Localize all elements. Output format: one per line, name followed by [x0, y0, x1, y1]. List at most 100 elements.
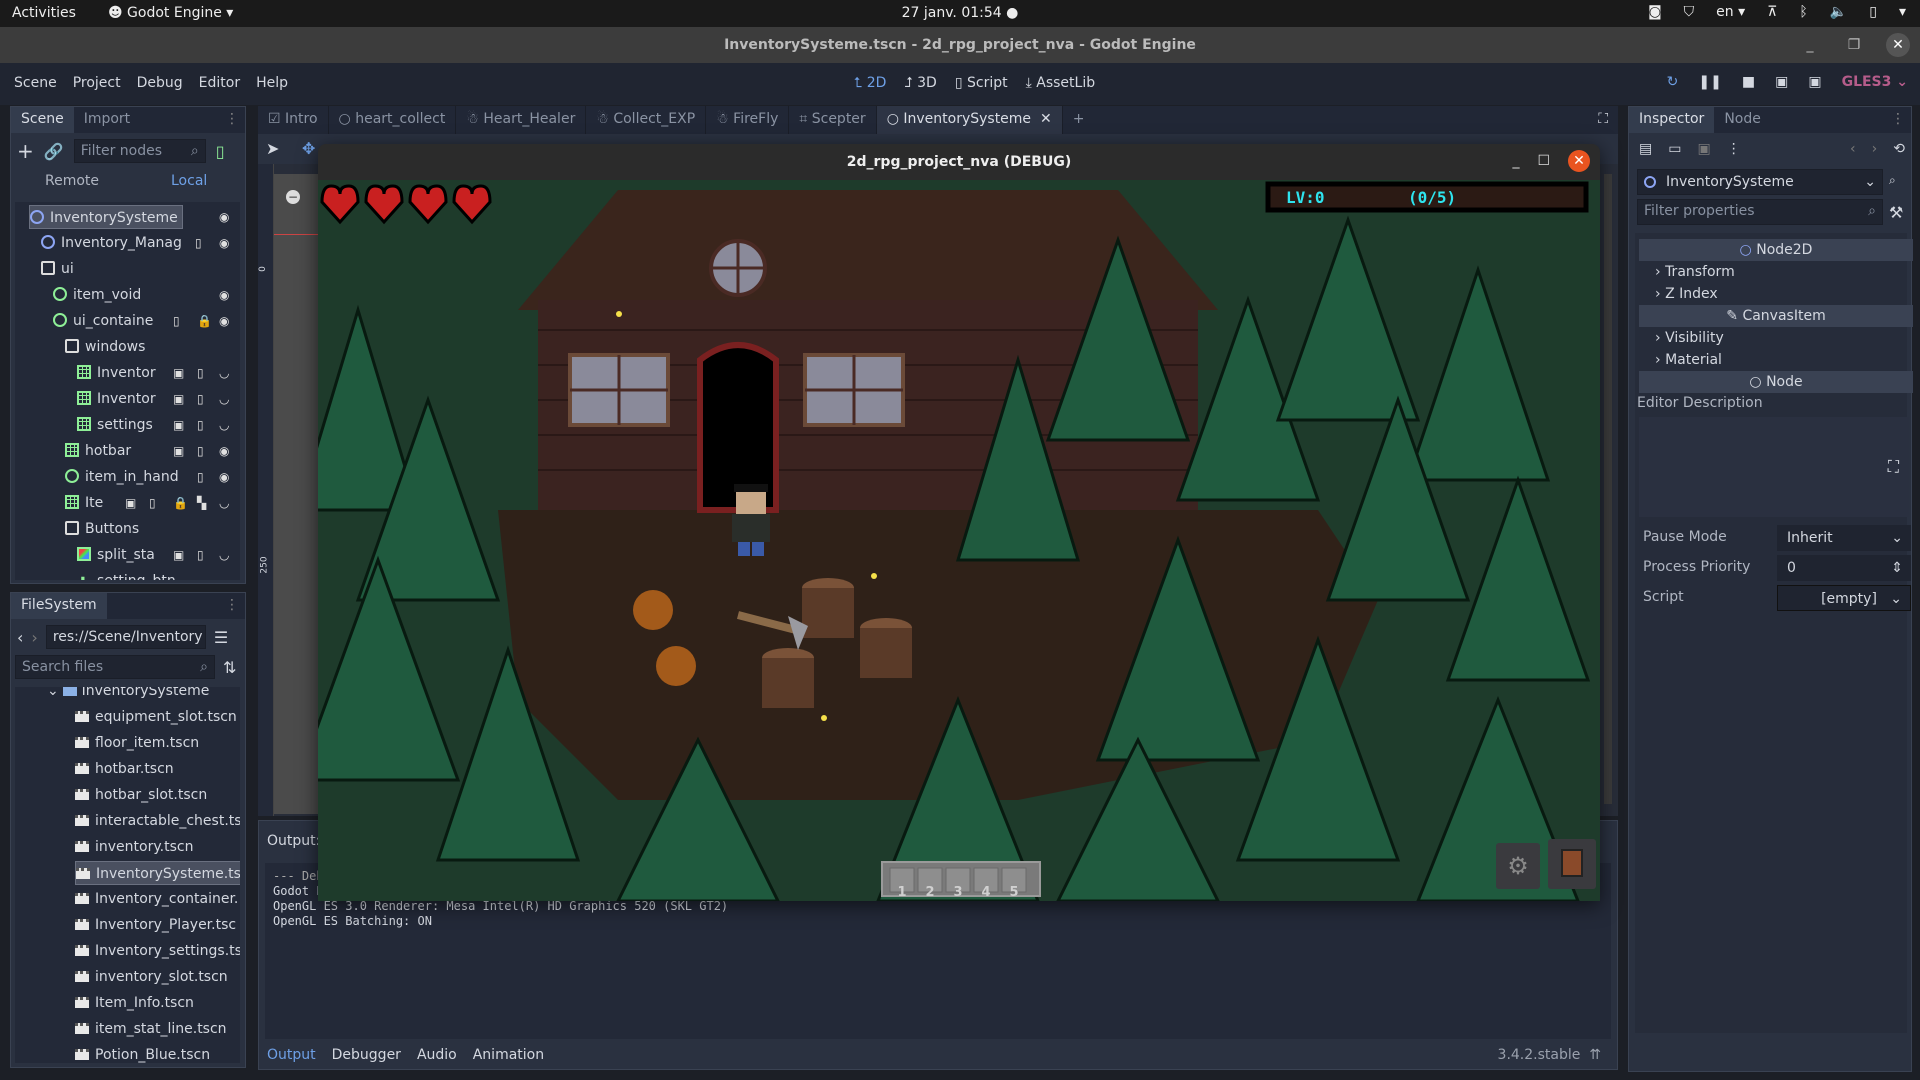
object-selector[interactable]: InventorySysteme ⌄ [1637, 169, 1883, 195]
tree-node[interactable]: windows [65, 335, 145, 359]
new-resource-icon[interactable]: ▤ [1639, 141, 1652, 157]
bottom-tab-debugger[interactable]: Debugger [332, 1047, 401, 1063]
system-menu-arrow-icon[interactable]: ▾ [1899, 4, 1906, 20]
forward-icon[interactable]: › [31, 628, 37, 647]
filter-properties-input[interactable]: Filter properties ⌕ [1637, 199, 1883, 225]
file-item[interactable]: floor_item.tscn [75, 731, 199, 755]
visibility-eye-icon[interactable]: ◉ [219, 210, 229, 224]
tree-node[interactable]: ⬇setting_btn [77, 569, 176, 580]
hidden-eye-icon[interactable]: ◡ [219, 548, 229, 562]
file-item[interactable]: Inventory_container. [75, 887, 238, 911]
lock-icon[interactable]: 🔒 [197, 314, 212, 328]
hidden-eye-icon[interactable]: ◡ [219, 496, 229, 510]
path-field[interactable]: res://Scene/Inventory [45, 625, 206, 649]
file-item[interactable]: Inventory_settings.ts [75, 939, 240, 963]
scene-tree[interactable]: InventorySysteme ◉ Inventory_Manag ▯ ◉ ui… [15, 202, 240, 580]
history-back-icon[interactable]: ‹ [1850, 141, 1856, 157]
search-files-input[interactable]: Search files ⌕ [15, 655, 215, 679]
group-visibility[interactable]: › Visibility [1639, 327, 1913, 349]
file-item[interactable]: hotbar.tscn [75, 757, 174, 781]
process-priority-spinbox[interactable]: 0 ⇕ [1777, 555, 1911, 581]
scene-tab[interactable]: ○ heart_collect [329, 106, 457, 134]
mode-3d-button[interactable]: ⮥ 3D [904, 75, 936, 91]
group-material[interactable]: › Material [1639, 349, 1913, 371]
split-view-icon[interactable]: ☰ [214, 628, 228, 647]
tree-node[interactable]: split_sta [77, 543, 155, 567]
menu-project[interactable]: Project [73, 75, 121, 91]
game-maximize-button[interactable]: ☐ [1537, 153, 1550, 169]
expand-panel-icon[interactable]: ⇈ [1589, 1047, 1601, 1063]
instance-icon[interactable]: ▣ [173, 366, 184, 380]
game-viewport[interactable]: LV:0 (0/5) 1 2 3 4 5 ⚙ [318, 180, 1600, 901]
play-custom-scene-icon[interactable]: ▣ [1808, 74, 1821, 90]
hidden-eye-icon[interactable]: ◡ [219, 418, 229, 432]
file-item[interactable]: Item_Info.tscn [75, 991, 194, 1015]
script-icon[interactable]: ▯ [197, 548, 204, 562]
tree-node[interactable]: item_in_hand [65, 465, 179, 489]
tree-node[interactable]: Buttons [65, 517, 139, 541]
file-item[interactable]: Potion_Blue.tscn [75, 1043, 210, 1063]
script-icon[interactable]: ▯ [195, 236, 202, 250]
shield-icon[interactable]: ⛉ [1684, 4, 1695, 20]
spin-arrows-icon[interactable]: ⇕ [1891, 555, 1903, 581]
scene-tab[interactable]: ☃ Heart_Healer [456, 106, 587, 134]
tree-node[interactable]: InventorySysteme [29, 205, 183, 229]
dock-menu-icon[interactable]: ⋮ [219, 593, 245, 619]
pause-icon[interactable]: ❚❚ [1698, 74, 1721, 90]
tab-inspector[interactable]: Inspector [1629, 107, 1715, 133]
back-icon[interactable]: ‹ [17, 628, 23, 647]
pause-mode-select[interactable]: Inherit ⌄ [1777, 525, 1911, 551]
expand-icon[interactable]: ⛶ [1888, 457, 1899, 477]
minimize-button[interactable]: _ [1798, 27, 1822, 63]
file-item[interactable]: inventory.tscn [75, 835, 193, 859]
menu-editor[interactable]: Editor [199, 75, 240, 91]
remote-button[interactable]: Remote [45, 173, 99, 189]
game-minimize-button[interactable]: _ [1512, 153, 1519, 169]
file-item[interactable]: item_stat_line.tscn [75, 1017, 227, 1041]
history-icon[interactable]: ⟲ [1893, 141, 1905, 157]
property-tools-icon[interactable]: ⚒ [1889, 203, 1903, 222]
script-icon[interactable]: ▯ [197, 418, 204, 432]
file-item[interactable]: hotbar_slot.tscn [75, 783, 207, 807]
tree-node[interactable]: Inventor [77, 387, 156, 411]
tab-import[interactable]: Import [74, 107, 140, 133]
menu-scene[interactable]: Scene [14, 75, 57, 91]
reload-icon[interactable]: ↻ [1667, 74, 1679, 90]
visibility-eye-icon[interactable]: ◉ [219, 236, 229, 250]
dock-menu-icon[interactable]: ⋮ [219, 107, 245, 133]
bottom-tab-animation[interactable]: Animation [473, 1047, 544, 1063]
group-transform[interactable]: › Transform [1639, 261, 1913, 283]
lock-icon[interactable]: 🔒 [173, 496, 188, 510]
visibility-eye-icon[interactable]: ◉ [219, 288, 229, 302]
instance-icon[interactable]: ▣ [173, 392, 184, 406]
play-scene-icon[interactable]: ▣ [1775, 74, 1788, 90]
file-item[interactable]: InventorySysteme.ts [75, 861, 240, 885]
maximize-button[interactable]: ❐ [1842, 27, 1866, 63]
tab-filesystem[interactable]: FileSystem [11, 593, 107, 619]
file-item[interactable]: interactable_chest.ts [75, 809, 240, 833]
sort-icon[interactable]: ⇅ [223, 658, 236, 677]
group-icon[interactable]: ▚ [197, 496, 206, 510]
fullscreen-icon[interactable]: ⛶ [1588, 106, 1618, 134]
tree-node[interactable]: Ite [65, 491, 103, 515]
script-icon[interactable]: ▯ [173, 314, 180, 328]
file-item[interactable]: Inventory_Player.tsc [75, 913, 236, 937]
close-window-button[interactable]: ✕ [1886, 33, 1910, 57]
attach-script-icon[interactable]: ▯ [216, 142, 225, 161]
language-indicator[interactable]: en ▾ [1716, 4, 1745, 20]
local-button[interactable]: Local [171, 173, 207, 189]
script-icon[interactable]: ▯ [197, 366, 204, 380]
tree-node[interactable]: ui [41, 257, 74, 281]
more-icon[interactable]: ⋮ [1727, 141, 1741, 157]
tree-node[interactable]: Inventory_Manag [41, 231, 182, 255]
hidden-eye-icon[interactable]: ◡ [219, 392, 229, 406]
game-debug-window[interactable]: 2d_rpg_project_nva (DEBUG) _ ☐ ✕ LV:0 (0… [318, 144, 1600, 901]
script-icon[interactable]: ▯ [149, 496, 156, 510]
file-item[interactable]: inventory_slot.tscn [75, 965, 228, 989]
select-tool-icon[interactable]: ➤ [266, 139, 279, 158]
tab-node[interactable]: Node [1714, 107, 1771, 133]
instance-icon[interactable]: ▣ [173, 444, 184, 458]
tree-node[interactable]: hotbar [65, 439, 131, 463]
bottom-tab-audio[interactable]: Audio [417, 1047, 457, 1063]
scene-tab[interactable]: ⌗ Scepter [789, 106, 877, 134]
